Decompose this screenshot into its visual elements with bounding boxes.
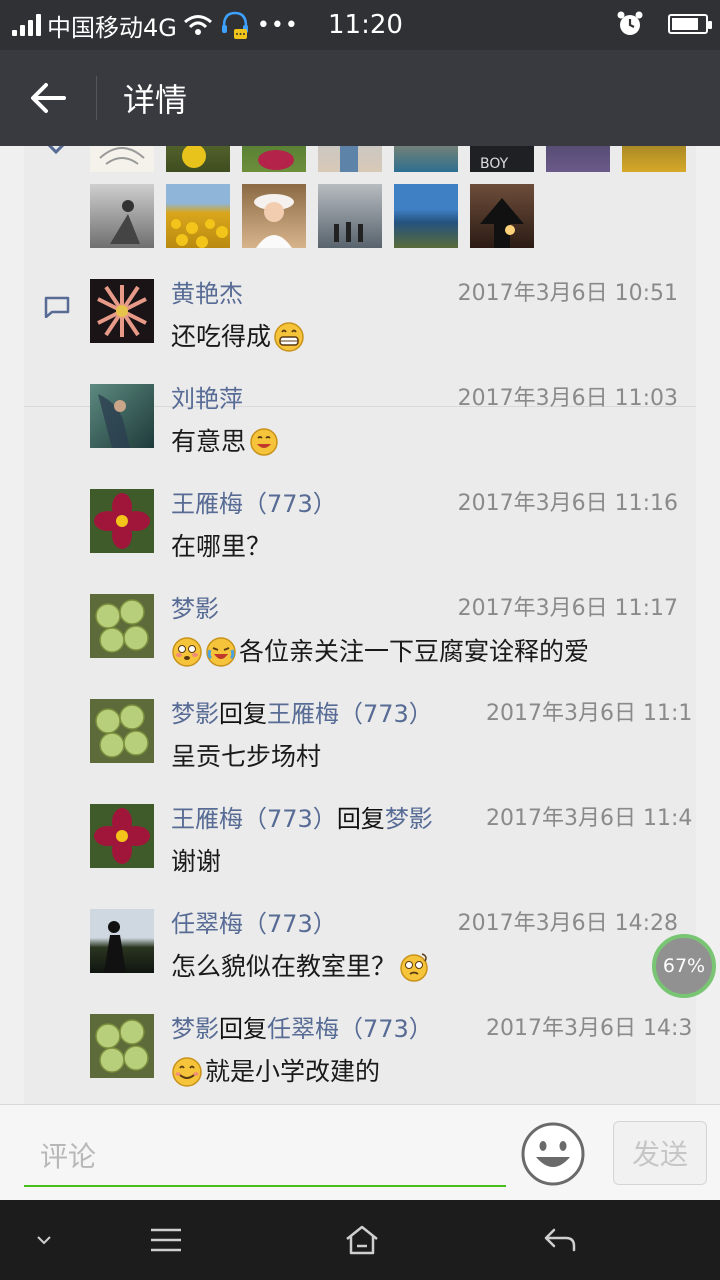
- detail-panel[interactable]: BOY 黄艳杰 2017年3月6日 10:51 还吃得成 刘艳萍 2017年3月…: [24, 146, 696, 1104]
- smile-emoji-icon: [250, 428, 278, 456]
- battery-icon: [668, 14, 712, 34]
- send-button[interactable]: 发送: [613, 1121, 707, 1185]
- comment-text: 有意思: [171, 427, 247, 456]
- comment-text: 谢谢: [171, 847, 222, 876]
- commenter-avatar[interactable]: [90, 489, 154, 553]
- reply-target-name[interactable]: 王雁梅（773）: [267, 700, 433, 728]
- liker-avatar[interactable]: [242, 184, 306, 248]
- page-title: 详情: [123, 81, 188, 119]
- comment-item[interactable]: 黄艳杰 2017年3月6日 10:51 还吃得成: [24, 279, 696, 384]
- commenter-name[interactable]: 梦影: [171, 1015, 219, 1043]
- reply-label: 回复: [219, 700, 267, 728]
- signal-icon: [12, 14, 41, 36]
- commenter-name[interactable]: 王雁梅（773）: [171, 490, 337, 518]
- commenter-avatar[interactable]: [90, 699, 154, 763]
- comment-item[interactable]: 王雁梅（773）回复梦影 2017年3月6日 11:4 谢谢: [24, 804, 696, 909]
- liker-avatar[interactable]: [546, 146, 610, 172]
- comment-time: 2017年3月6日 11:03: [457, 386, 678, 411]
- back-arrow-icon: [31, 83, 66, 113]
- more-notifications-icon: •••: [256, 12, 299, 38]
- back-return-icon: [544, 1228, 576, 1252]
- wifi-icon: [183, 15, 212, 35]
- commenter-avatar[interactable]: [90, 804, 154, 868]
- commenter-name[interactable]: 梦影: [171, 595, 219, 623]
- commenter-name[interactable]: 刘艳萍: [171, 385, 243, 413]
- liker-avatar[interactable]: [394, 184, 458, 248]
- chevron-down-icon: [37, 1236, 51, 1245]
- emoji-button[interactable]: [520, 1121, 586, 1187]
- liker-avatar[interactable]: [166, 184, 230, 248]
- tears-emoji-icon: [206, 637, 236, 667]
- comment-item[interactable]: 王雁梅（773） 2017年3月6日 11:16 在哪里？: [24, 489, 696, 594]
- comment-input[interactable]: [24, 1127, 506, 1187]
- comment-item[interactable]: 梦影回复任翠梅（773） 2017年3月6日 14:3 就是小学改建的: [24, 1014, 696, 1104]
- comment-time: 2017年3月6日 14:28: [457, 911, 678, 936]
- comment-text: 就是小学改建的: [205, 1057, 381, 1086]
- home-icon: [346, 1225, 378, 1255]
- smile-emoji-icon: [172, 1057, 202, 1087]
- comment-text: 还吃得成: [171, 322, 272, 351]
- comment-item[interactable]: 任翠梅（773） 2017年3月6日 14:28 怎么貌似在教室里？: [24, 909, 696, 1014]
- comment-text: 呈贡七步场村: [171, 742, 322, 771]
- commenter-avatar[interactable]: [90, 909, 154, 973]
- back-button[interactable]: [0, 50, 96, 146]
- liker-avatar[interactable]: [90, 184, 154, 248]
- liker-avatar[interactable]: [394, 146, 458, 172]
- carrier-label: 中国移动4G: [47, 13, 177, 42]
- comment-item[interactable]: 梦影回复王雁梅（773） 2017年3月6日 11:1 呈贡七步场村: [24, 699, 696, 804]
- commenter-name[interactable]: 王雁梅（773）: [171, 805, 337, 833]
- commenter-name[interactable]: 黄艳杰: [171, 280, 243, 308]
- commenter-avatar[interactable]: [90, 279, 154, 343]
- grin-emoji-icon: [274, 322, 304, 352]
- nav-home-button[interactable]: [340, 1216, 384, 1264]
- comment-time: 2017年3月6日 11:4: [486, 806, 693, 831]
- reply-target-name[interactable]: 梦影: [385, 805, 433, 833]
- reply-target-name[interactable]: 任翠梅（773）: [267, 1015, 433, 1043]
- liker-avatar[interactable]: [242, 146, 306, 172]
- comment-text: 怎么貌似在教室里？: [171, 952, 397, 981]
- menu-icon: [151, 1228, 181, 1252]
- dizzy-emoji-icon: [400, 953, 428, 982]
- comment-time: 2017年3月6日 11:1: [486, 701, 693, 726]
- liker-avatar[interactable]: BOY: [470, 146, 534, 172]
- progress-badge[interactable]: 67%: [652, 934, 716, 998]
- liker-avatar[interactable]: [470, 184, 534, 248]
- title-bar: 详情: [0, 50, 720, 146]
- comment-item[interactable]: 梦影 2017年3月6日 11:17 各位亲关注一下豆腐宴诠释的爱: [24, 594, 696, 699]
- nav-hide-button[interactable]: [28, 1216, 60, 1264]
- liker-avatar[interactable]: [318, 146, 382, 172]
- like-heart-icon: [47, 146, 65, 155]
- liker-avatar[interactable]: [622, 146, 686, 172]
- commenter-avatar[interactable]: [90, 594, 154, 658]
- title-divider: [96, 76, 97, 120]
- nav-back-button[interactable]: [538, 1216, 582, 1264]
- comment-input-bar: 发送: [0, 1104, 720, 1200]
- comment-time: 2017年3月6日 10:51: [457, 281, 678, 306]
- commenter-avatar[interactable]: [90, 384, 154, 448]
- system-nav-bar: [0, 1200, 720, 1280]
- liker-avatar[interactable]: [166, 146, 230, 172]
- comment-item[interactable]: 刘艳萍 2017年3月6日 11:03 有意思: [24, 384, 696, 489]
- emoji-face-icon: [521, 1122, 585, 1186]
- comment-text: 在哪里？: [171, 532, 272, 561]
- nav-menu-button[interactable]: [146, 1216, 186, 1264]
- commenter-avatar[interactable]: [90, 1014, 154, 1078]
- reply-label: 回复: [336, 805, 385, 833]
- commenter-name[interactable]: 梦影: [171, 700, 219, 728]
- liker-avatar[interactable]: [318, 184, 382, 248]
- reply-label: 回复: [219, 1015, 267, 1043]
- status-bar: 中国移动4G ••• 11:20: [0, 0, 720, 50]
- comment-time: 2017年3月6日 11:16: [457, 491, 678, 516]
- comment-time: 2017年3月6日 11:17: [457, 596, 678, 621]
- notification-headset-icon: [221, 11, 248, 39]
- comment-text: 各位亲关注一下豆腐宴诠释的爱: [239, 637, 590, 666]
- comment-time: 2017年3月6日 14:3: [486, 1016, 693, 1041]
- svg-text:BOY: BOY: [480, 156, 509, 172]
- surprised-emoji-icon: [172, 637, 202, 667]
- alarm-icon: [617, 11, 643, 35]
- clock: 11:20: [328, 10, 403, 40]
- liker-avatar[interactable]: [90, 146, 154, 172]
- commenter-name[interactable]: 任翠梅（773）: [171, 910, 337, 938]
